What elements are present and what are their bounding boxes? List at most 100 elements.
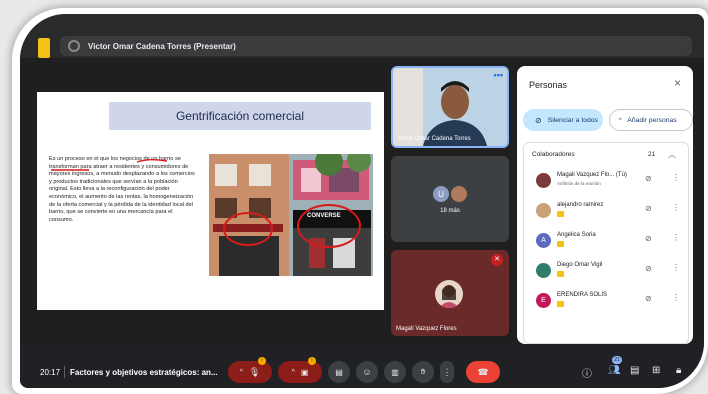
people-panel: Personas × ⊘ Silenciar a todos ⁺ Añadir … bbox=[517, 66, 693, 344]
meet-window: Victor Omar Cadena Torres (Presentar) Ge… bbox=[20, 14, 704, 388]
avatar bbox=[536, 203, 551, 218]
hand-icon: ✋︎ bbox=[420, 367, 426, 376]
mic-off-icon[interactable]: ⊘ bbox=[645, 204, 652, 213]
chevron-up-icon[interactable]: ^ bbox=[240, 369, 243, 376]
presentation-tab-indicator bbox=[38, 38, 50, 58]
participant-row[interactable]: A Angelica Soria ⊘ ⋮ bbox=[524, 227, 688, 257]
hand-badge-icon bbox=[557, 211, 564, 217]
people-count-badge: 21 bbox=[612, 356, 622, 364]
presenting-icon bbox=[68, 40, 80, 52]
self-tile-label: Victor Omar Cadena Torres bbox=[398, 136, 471, 142]
add-people-label: Añadir personas bbox=[627, 116, 677, 124]
participant-row[interactable]: alejandro ramirez ⊘ ⋮ bbox=[524, 197, 688, 227]
avatar: E bbox=[536, 293, 551, 308]
chevron-up-icon[interactable]: ^ bbox=[292, 369, 295, 376]
mic-off-icon[interactable]: ⊘ bbox=[645, 264, 652, 273]
lock-icon[interactable]: 🔒︎ bbox=[676, 365, 681, 376]
captions-icon: ▤ bbox=[335, 367, 343, 377]
magali-avatar bbox=[435, 280, 463, 308]
silence-all-button[interactable]: ⊘ Silenciar a todos bbox=[523, 109, 603, 131]
activities-icon[interactable]: ⊞ bbox=[652, 365, 660, 376]
info-icon[interactable]: ⓘ bbox=[582, 365, 592, 380]
camera-off-icon: ▣ bbox=[300, 367, 309, 377]
mic-toggle-button[interactable]: ^ 🎙︎ bbox=[228, 361, 272, 383]
more-options-icon[interactable]: ••• bbox=[494, 70, 503, 80]
muted-mic-icon: ✕ bbox=[491, 254, 503, 266]
avatar-initial: A bbox=[541, 237, 546, 244]
emoji-button[interactable]: ☺ bbox=[356, 361, 378, 383]
circle-annotation-left bbox=[223, 212, 273, 246]
people-icon[interactable]: 👥︎ bbox=[608, 365, 621, 376]
more-vert-icon: ⋮ bbox=[442, 366, 452, 377]
chevron-up-icon[interactable]: ︿ bbox=[668, 149, 676, 160]
hand-badge-icon bbox=[557, 301, 564, 307]
raise-hand-button[interactable]: ✋︎ bbox=[412, 361, 434, 383]
street-photo: CONVERSE bbox=[209, 154, 373, 276]
collaborators-count: 21 bbox=[648, 151, 656, 158]
present-icon: ▥ bbox=[391, 367, 399, 377]
more-vert-icon[interactable]: ⋮ bbox=[672, 233, 680, 242]
text-underline-annotation bbox=[51, 159, 168, 171]
mic-off-icon: ⊘ bbox=[535, 115, 542, 125]
more-vert-icon[interactable]: ⋮ bbox=[672, 293, 680, 302]
mic-off-icon[interactable]: ⊘ bbox=[645, 174, 652, 183]
participant-tile-magali[interactable]: ✕ Magali Vazquez Flores bbox=[391, 250, 509, 336]
chat-icon[interactable]: ▤ bbox=[630, 365, 639, 376]
presenter-banner[interactable]: Victor Omar Cadena Torres (Presentar) bbox=[60, 36, 692, 56]
avatar-initial: E bbox=[541, 297, 546, 304]
circle-annotation-right bbox=[297, 204, 361, 248]
present-button[interactable]: ▥ bbox=[384, 361, 406, 383]
divider bbox=[64, 366, 65, 378]
mic-off-icon: 🎙︎ bbox=[248, 366, 261, 377]
mic-off-icon[interactable]: ⊘ bbox=[645, 294, 652, 303]
more-participants-tile[interactable]: U 18 más bbox=[391, 156, 509, 242]
more-options-button[interactable]: ⋮ bbox=[440, 361, 454, 383]
participant-tile-self[interactable]: Victor Omar Cadena Torres ••• bbox=[391, 66, 509, 148]
panel-title: Personas bbox=[529, 80, 568, 90]
participant-name: Magali Vazquez Flo... (Tú) bbox=[557, 172, 627, 178]
top-bar: Victor Omar Cadena Torres (Presentar) bbox=[20, 14, 704, 58]
avatar-initial: U bbox=[438, 189, 444, 199]
collaborators-title: Colaboradores bbox=[532, 151, 575, 158]
participant-role: Anfitrión de la reunión bbox=[557, 181, 601, 186]
captions-button[interactable]: ▤ bbox=[328, 361, 350, 383]
participant-name: alejandro ramirez bbox=[557, 202, 604, 208]
slide-title-box: Gentrificación comercial bbox=[109, 102, 371, 130]
more-count: 18 más bbox=[440, 208, 460, 214]
more-vert-icon[interactable]: ⋮ bbox=[672, 173, 680, 182]
collaborators-list: Colaboradores 21 ︿ Magali Vazquez Flo...… bbox=[523, 142, 689, 344]
more-vert-icon[interactable]: ⋮ bbox=[672, 263, 680, 272]
participant-name: Diego Omar Vigil bbox=[557, 262, 603, 268]
participant-row[interactable]: Magali Vazquez Flo... (Tú) Anfitrión de … bbox=[524, 167, 688, 197]
avatar bbox=[536, 263, 551, 278]
shared-slide: Gentrificación comercial Es un proceso e… bbox=[37, 92, 384, 310]
emoji-icon: ☺ bbox=[362, 367, 372, 377]
camera-toggle-button[interactable]: ^ ▣ bbox=[278, 361, 322, 383]
magali-tile-label: Magali Vazquez Flores bbox=[396, 326, 457, 332]
hang-up-icon: ☎︎ bbox=[477, 366, 489, 377]
avatar bbox=[536, 173, 551, 188]
participant-avatar-u: U bbox=[433, 186, 449, 202]
slide-title: Gentrificación comercial bbox=[175, 109, 305, 123]
participant-row[interactable]: E ERENDIRA SOLIS ⊘ ⋮ bbox=[524, 287, 688, 317]
avatar: A bbox=[536, 233, 551, 248]
bottom-control-bar: 20:17 Factores y objetivos estratégicos:… bbox=[20, 344, 704, 388]
more-vert-icon[interactable]: ⋮ bbox=[672, 203, 680, 212]
participant-row[interactable]: Diego Omar Vigil ⊘ ⋮ bbox=[524, 257, 688, 287]
hand-badge-icon bbox=[557, 241, 564, 247]
participant-name: Angelica Soria bbox=[557, 232, 596, 238]
participant-name: ERENDIRA SOLIS bbox=[557, 292, 608, 298]
warning-badge-icon: ! bbox=[258, 357, 266, 365]
add-people-button[interactable]: ⁺ Añadir personas bbox=[609, 109, 693, 131]
silence-all-label: Silenciar a todos bbox=[547, 116, 598, 124]
leave-call-button[interactable]: ☎︎ bbox=[466, 361, 500, 383]
participant-avatar-photo bbox=[451, 186, 467, 202]
presenter-label: Victor Omar Cadena Torres (Presentar) bbox=[88, 41, 236, 51]
meeting-title: Factores y objetivos estratégicos: an... bbox=[70, 368, 218, 377]
clock: 20:17 bbox=[40, 368, 61, 377]
warning-badge-icon: ! bbox=[308, 357, 316, 365]
close-icon[interactable]: × bbox=[674, 76, 681, 90]
mic-off-icon[interactable]: ⊘ bbox=[645, 234, 652, 243]
hand-badge-icon bbox=[557, 271, 564, 277]
add-person-icon: ⁺ bbox=[618, 115, 623, 125]
